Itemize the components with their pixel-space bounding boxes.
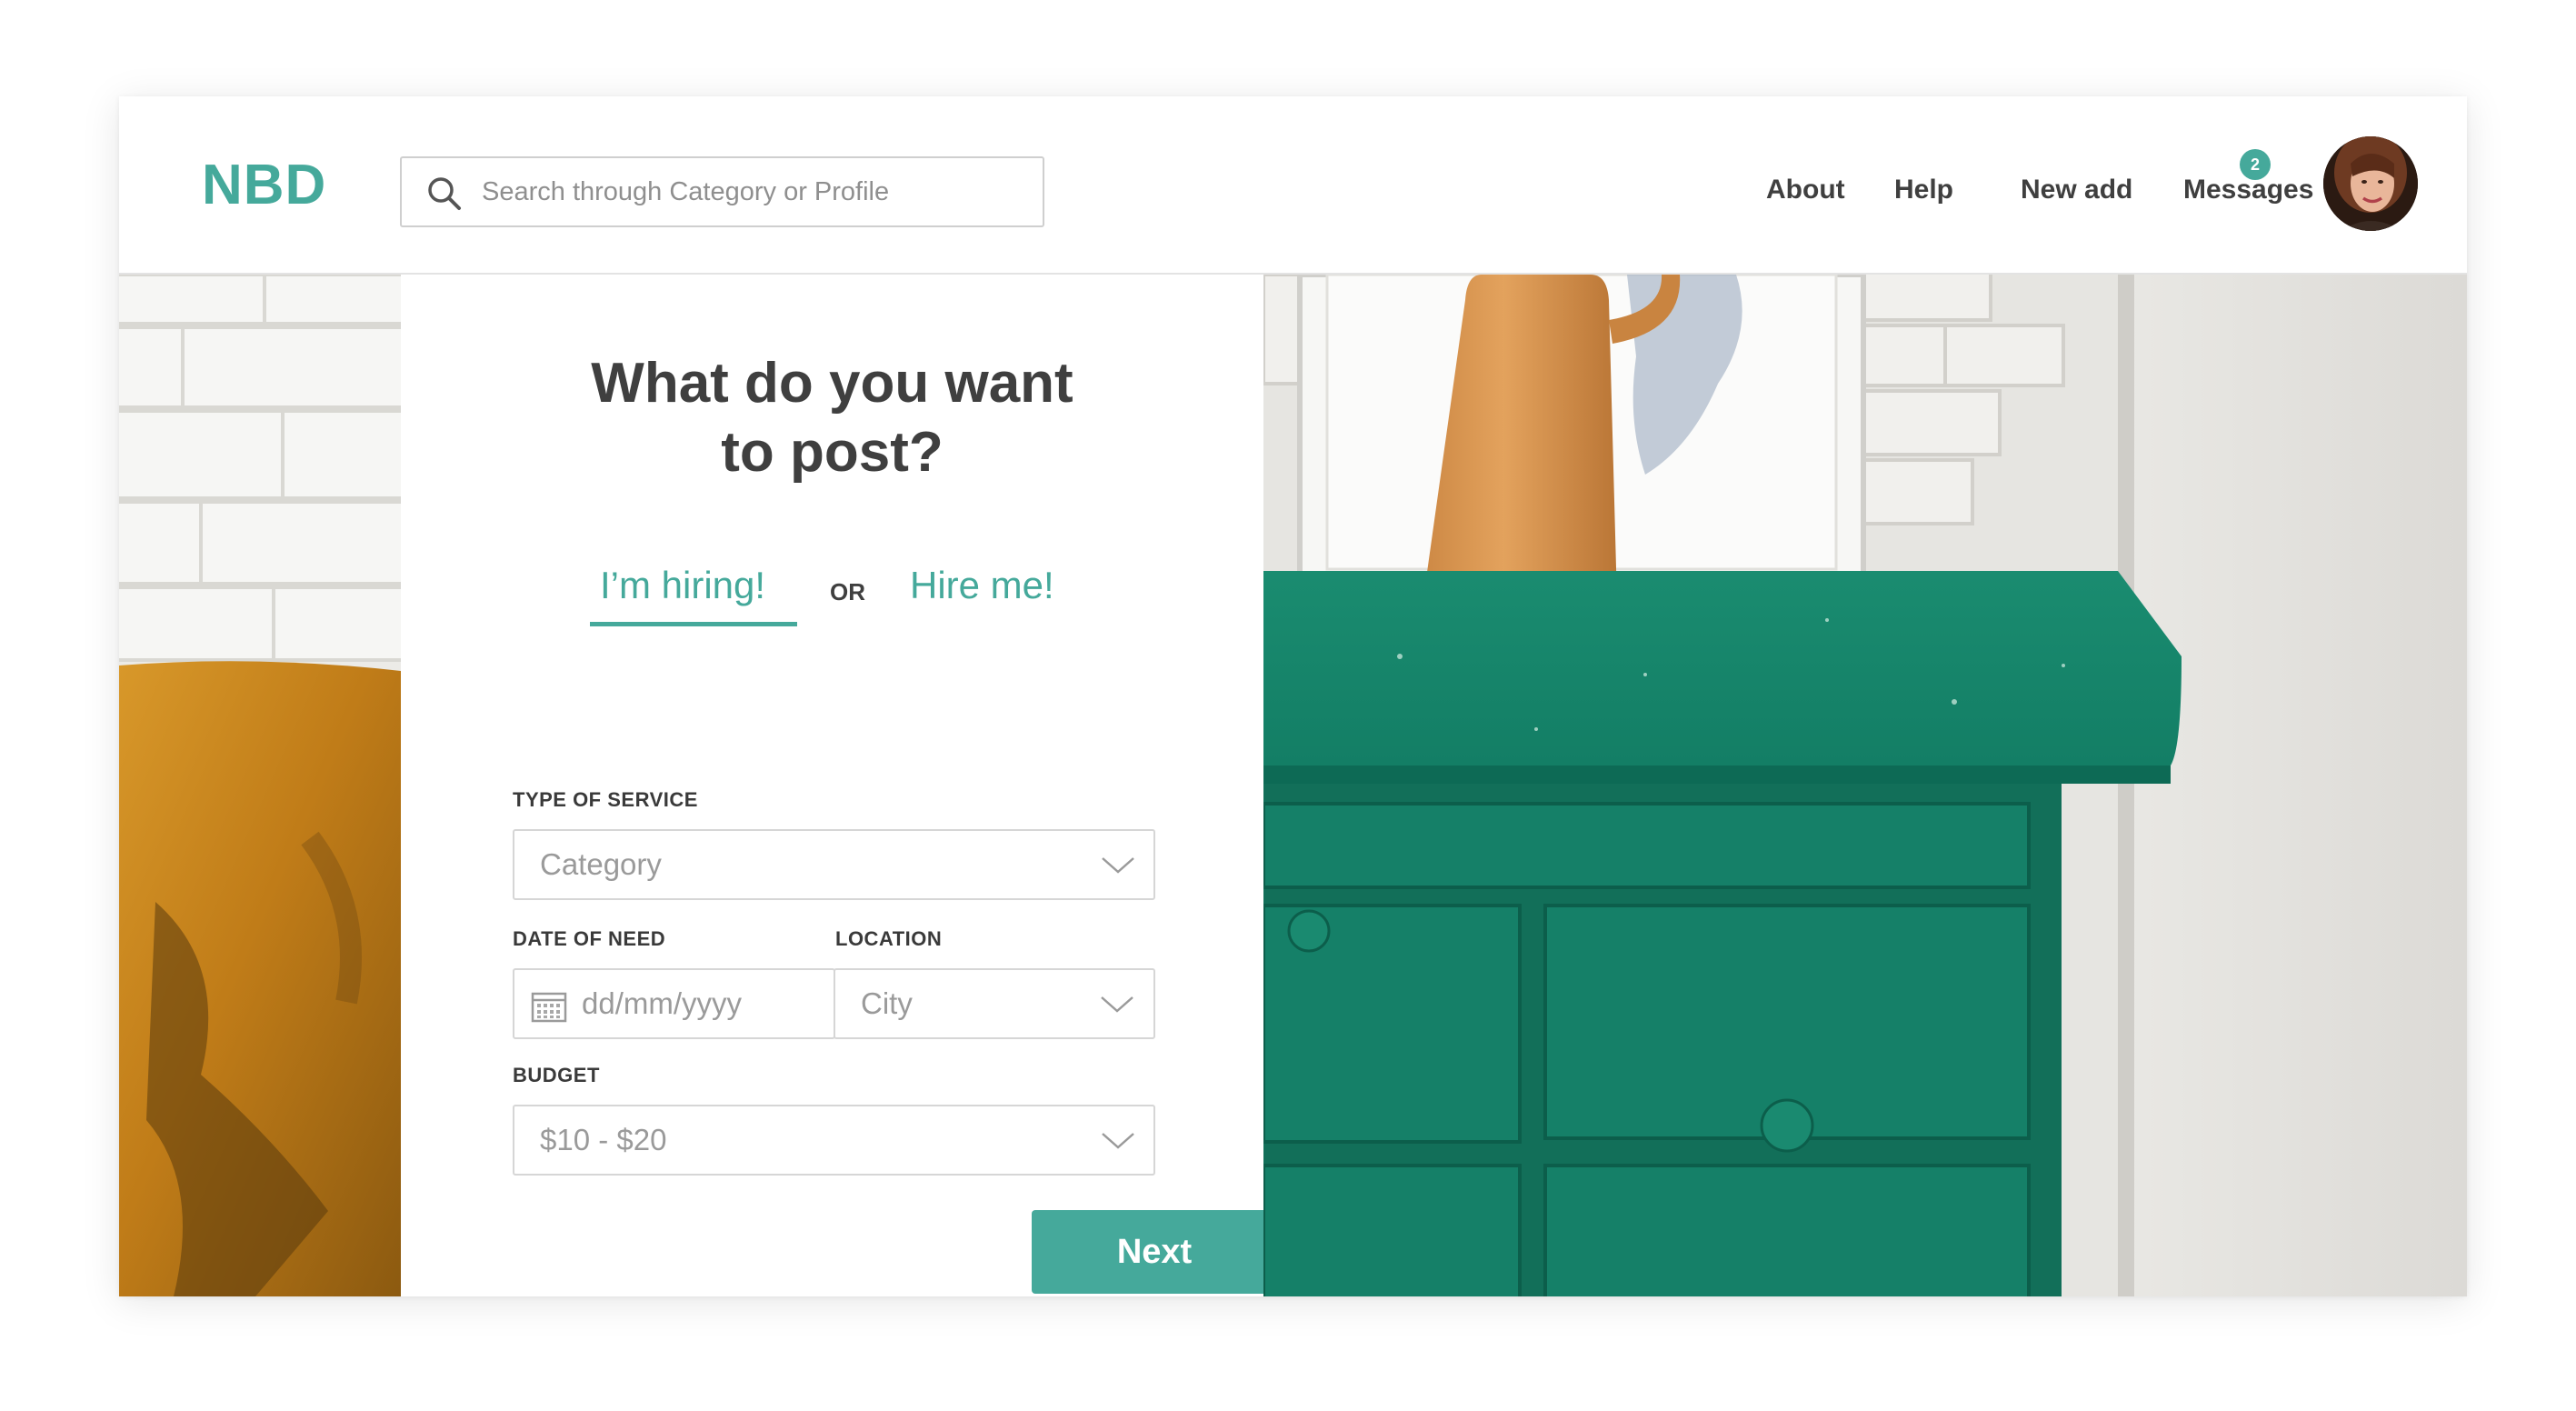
nav-new-add[interactable]: New add — [2021, 175, 2132, 205]
budget-label: BUDGET — [513, 1064, 600, 1086]
app-frame: NBD About Help New add Messages 2 — [119, 96, 2467, 1296]
chevron-down-icon — [1101, 996, 1133, 1013]
calendar-icon — [531, 992, 567, 1023]
search-box[interactable] — [400, 156, 1044, 227]
next-button[interactable]: Next — [1032, 1210, 1277, 1294]
location-value: City — [861, 986, 913, 1020]
avatar-image — [2323, 136, 2418, 231]
nav-help[interactable]: Help — [1894, 175, 1953, 205]
tab-hire-me[interactable]: Hire me! — [910, 564, 1054, 607]
decor-photo-left — [119, 275, 401, 1296]
page-title: What do you want to post? — [401, 349, 1263, 487]
title-line-1: What do you want — [591, 352, 1073, 415]
category-select[interactable]: Category — [513, 829, 1155, 900]
location-label: LOCATION — [835, 927, 943, 950]
search-icon — [428, 177, 461, 210]
budget-value: $10 - $20 — [540, 1123, 667, 1156]
top-navbar: NBD About Help New add Messages 2 — [119, 96, 2467, 275]
active-tab-indicator — [590, 622, 797, 626]
date-placeholder: dd/mm/yyyy — [582, 986, 743, 1020]
search-input[interactable] — [482, 158, 1027, 225]
messages-badge: 2 — [2240, 149, 2271, 180]
location-select[interactable]: City — [834, 968, 1155, 1039]
or-separator: OR — [830, 578, 865, 605]
budget-select[interactable]: $10 - $20 — [513, 1105, 1155, 1176]
type-of-service-label: TYPE OF SERVICE — [513, 788, 698, 811]
nav-messages[interactable]: Messages — [2183, 175, 2313, 205]
date-of-need-label: DATE OF NEED — [513, 927, 666, 950]
chevron-down-icon — [1102, 857, 1134, 874]
nav-about[interactable]: About — [1766, 175, 1845, 205]
logo[interactable]: NBD — [202, 153, 326, 217]
avatar[interactable] — [2323, 136, 2418, 231]
post-form-panel: What do you want to post? I’m hiring! OR… — [401, 275, 1277, 1296]
date-of-need-field[interactable]: dd/mm/yyyy — [513, 968, 835, 1039]
decor-photo-right — [1263, 275, 2467, 1296]
chevron-down-icon — [1102, 1133, 1134, 1149]
category-value: Category — [540, 847, 662, 881]
title-line-2: to post? — [721, 421, 944, 484]
tab-im-hiring[interactable]: I’m hiring! — [600, 564, 765, 607]
